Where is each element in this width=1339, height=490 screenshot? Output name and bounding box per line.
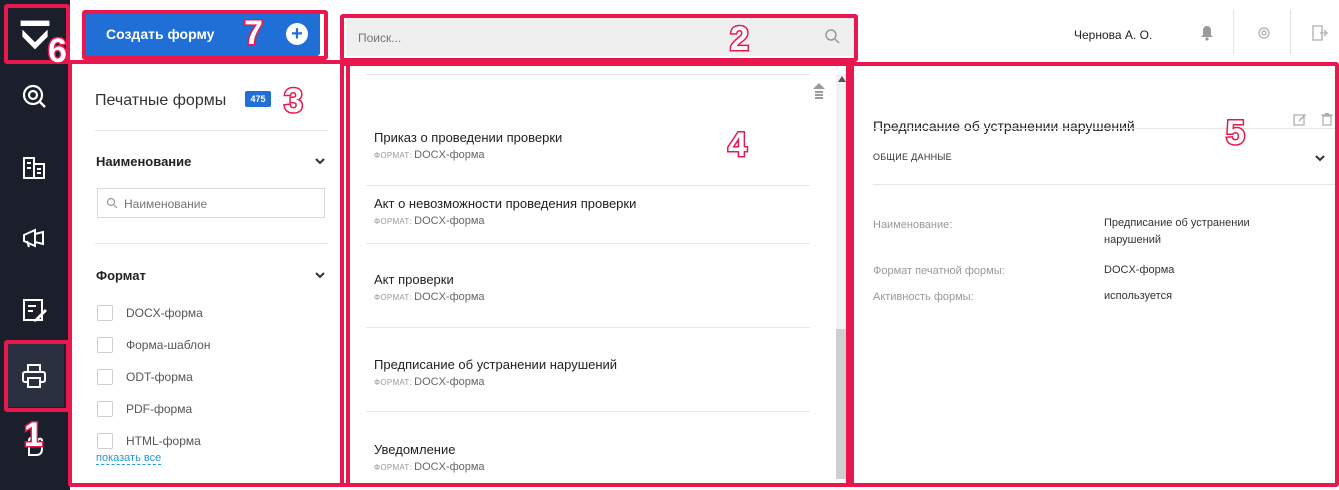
annotation-number-6: 6 [47,32,69,70]
annotation-box-1 [4,340,70,412]
annotation-box-7 [82,10,328,60]
search-target-icon[interactable] [14,76,54,116]
annotation-number-4: 4 [727,126,749,164]
building-icon[interactable] [14,148,54,188]
annotation-number-1: 1 [23,416,45,454]
divider [1290,10,1291,54]
edit-list-icon[interactable] [14,290,54,330]
divider [1233,10,1234,54]
logout-icon[interactable] [1310,24,1328,42]
annotation-box-5 [846,62,1339,487]
annotation-box-4 [340,62,854,487]
annotation-number-5: 5 [1225,114,1247,152]
gear-icon[interactable] [1255,24,1273,42]
megaphone-icon[interactable] [14,218,54,258]
annotation-number-2: 2 [729,20,751,58]
annotation-box-2 [340,14,858,62]
annotation-number-3: 3 [283,82,305,120]
annotation-box-3 [68,60,350,487]
bell-icon[interactable] [1198,24,1216,42]
annotation-number-7: 7 [243,14,265,52]
user-name[interactable]: Чернова А. О. [1074,28,1152,42]
